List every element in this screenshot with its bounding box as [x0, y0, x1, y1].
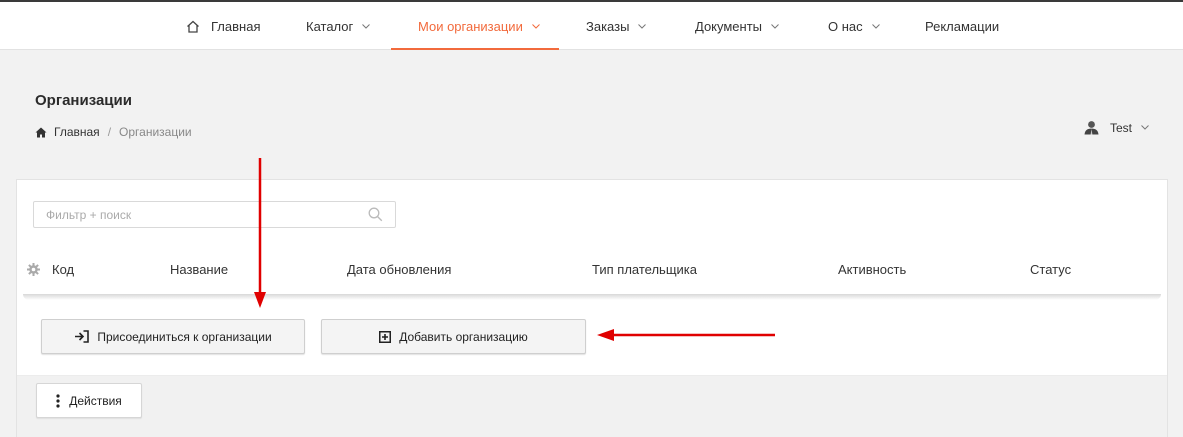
sign-in-icon [74, 330, 90, 343]
breadcrumb: Главная / Организации [35, 125, 192, 139]
home-outline-icon [186, 20, 200, 33]
chevron-down-icon [1141, 125, 1149, 130]
column-header-payer-type[interactable]: Тип плательщика [592, 262, 697, 277]
chevron-down-icon [871, 23, 880, 29]
nav-item-label: Каталог [306, 18, 354, 34]
active-tab-indicator [391, 48, 559, 50]
add-organization-label: Добавить организацию [399, 329, 528, 344]
main-navbar: Главная Каталог Мои организации Заказы Д… [0, 2, 1183, 50]
table-footer: Действия [17, 375, 1167, 437]
chevron-down-icon [771, 23, 779, 29]
join-organization-button[interactable]: Присоединиться к организации [41, 319, 305, 354]
breadcrumb-home-link[interactable]: Главная [54, 125, 100, 139]
filter-search-box [33, 201, 396, 228]
nav-item-home[interactable]: Главная [186, 2, 260, 50]
nav-item-catalog[interactable]: Каталог [306, 2, 371, 50]
nav-item-claims[interactable]: Рекламации [925, 2, 999, 50]
gear-icon[interactable] [27, 263, 40, 276]
nav-item-label: Мои организации [418, 18, 523, 34]
add-organization-button[interactable]: Добавить организацию [321, 319, 586, 354]
nav-item-label: Заказы [586, 18, 630, 34]
actions-label: Действия [69, 393, 122, 408]
user-avatar-icon [1083, 120, 1100, 135]
nav-item-label: О нас [828, 18, 863, 34]
breadcrumb-separator: / [107, 125, 112, 139]
nav-item-documents[interactable]: Документы [695, 2, 779, 50]
column-header-name[interactable]: Название [170, 262, 228, 277]
column-header-activity[interactable]: Активность [838, 262, 906, 277]
column-header-status[interactable]: Статус [1030, 262, 1071, 277]
join-organization-label: Присоединиться к организации [97, 329, 272, 344]
user-name: Test [1110, 120, 1133, 135]
table-header-divider [23, 294, 1161, 300]
page-title: Организации [35, 92, 132, 109]
search-icon[interactable] [368, 207, 383, 222]
plus-square-icon [379, 330, 392, 343]
home-icon [35, 127, 47, 138]
user-menu[interactable]: Test [1083, 120, 1149, 135]
nav-item-label: Документы [695, 18, 763, 34]
column-header-update-date[interactable]: Дата обновления [347, 262, 451, 277]
nav-item-label: Рекламации [925, 18, 1000, 34]
nav-item-orders[interactable]: Заказы [586, 2, 647, 50]
nav-item-label: Главная [211, 18, 261, 34]
chevron-down-icon [362, 23, 371, 29]
organizations-table-card: Код Название Дата обновления Тип платель… [16, 179, 1168, 437]
chevron-down-icon [531, 23, 540, 29]
filter-search-input[interactable] [34, 202, 354, 227]
breadcrumb-current: Организации [119, 125, 192, 139]
column-header-code[interactable]: Код [52, 262, 74, 277]
actions-button[interactable]: Действия [36, 383, 142, 418]
chevron-down-icon [638, 23, 647, 29]
table-header: Код Название Дата обновления Тип платель… [17, 252, 1167, 288]
nav-item-my-organizations[interactable]: Мои организации [418, 2, 540, 50]
vertical-ellipsis-icon [56, 393, 60, 408]
nav-item-about[interactable]: О нас [828, 2, 880, 50]
